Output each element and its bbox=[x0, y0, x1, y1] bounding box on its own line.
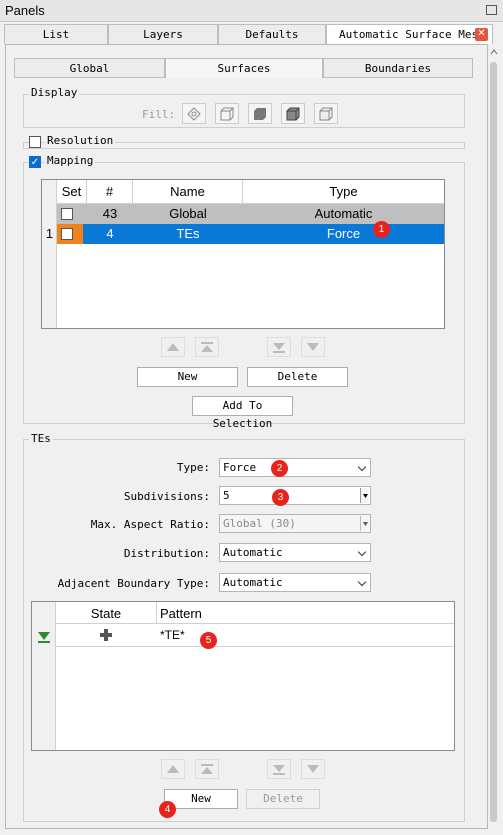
filter-icon[interactable] bbox=[37, 630, 51, 647]
aspect-ratio-stepper[interactable]: Global (30) bbox=[219, 514, 371, 533]
distribution-label: Distribution: bbox=[123, 547, 210, 560]
tab-list-label: List bbox=[42, 28, 70, 41]
tab-defaults[interactable]: Defaults bbox=[218, 24, 326, 44]
subtab-boundaries-label: Boundaries bbox=[364, 62, 432, 75]
distribution-value: Automatic bbox=[223, 546, 283, 559]
type-select[interactable]: Force bbox=[219, 458, 371, 477]
move-bottom-icon[interactable] bbox=[267, 759, 291, 779]
subtab-boundaries[interactable]: Boundaries bbox=[323, 58, 473, 78]
state-include-icon[interactable] bbox=[100, 629, 112, 644]
move-down-icon[interactable] bbox=[301, 759, 325, 779]
move-bottom-icon[interactable] bbox=[267, 337, 291, 357]
tes-label: TEs bbox=[29, 432, 53, 445]
adjacent-boundary-value: Automatic bbox=[223, 576, 283, 589]
window-title: Panels bbox=[5, 3, 45, 18]
pattern-table: State Pattern *TE* bbox=[31, 601, 455, 751]
adjacent-boundary-label: Adjacent Boundary Type: bbox=[57, 577, 210, 590]
col-state[interactable]: State bbox=[56, 602, 157, 624]
annotation-badge: 3 bbox=[272, 489, 289, 506]
chevron-down-icon bbox=[357, 577, 367, 587]
fill-shaded-icon[interactable] bbox=[248, 103, 272, 124]
row-number: 4 bbox=[106, 226, 114, 241]
row-type: Force bbox=[326, 226, 361, 241]
tab-layers-label: Layers bbox=[143, 28, 183, 41]
row-set-checkbox[interactable] bbox=[61, 228, 73, 240]
fill-shaded-edges-icon[interactable] bbox=[281, 103, 305, 124]
fill-label: Fill: bbox=[142, 108, 176, 121]
display-group bbox=[23, 94, 465, 128]
row-name: TEs bbox=[176, 226, 200, 241]
add-to-selection-button[interactable]: Add To Selection bbox=[192, 396, 293, 430]
col-type[interactable]: Type bbox=[243, 180, 444, 204]
close-tab-icon[interactable]: ✕ bbox=[475, 28, 488, 41]
type-value: Force bbox=[223, 461, 257, 474]
row-set-checkbox[interactable] bbox=[61, 208, 73, 220]
aspect-ratio-label: Max. Aspect Ratio: bbox=[90, 518, 210, 531]
pattern-value[interactable]: *TE* bbox=[160, 628, 185, 642]
stepper-arrow-icon[interactable] bbox=[360, 516, 369, 531]
tab-layers[interactable]: Layers bbox=[108, 24, 218, 44]
row-number: 43 bbox=[102, 206, 118, 221]
annotation-badge: 4 bbox=[159, 801, 176, 818]
subtab-global[interactable]: Global bbox=[14, 58, 165, 78]
annotation-badge: 2 bbox=[271, 460, 288, 477]
col-set[interactable]: Set bbox=[57, 180, 87, 204]
resolution-label: Resolution bbox=[45, 134, 116, 147]
display-label: Display bbox=[29, 86, 80, 99]
row-type: Automatic bbox=[314, 206, 373, 221]
scrollbar-thumb[interactable] bbox=[490, 62, 497, 822]
subdivisions-stepper[interactable]: 5 bbox=[219, 486, 371, 505]
mapping-checkbox[interactable]: ✓ bbox=[29, 156, 41, 168]
move-down-icon[interactable] bbox=[301, 337, 325, 357]
move-top-icon[interactable] bbox=[195, 337, 219, 357]
scroll-up-icon bbox=[490, 49, 498, 55]
chevron-down-icon bbox=[357, 462, 367, 472]
subdivisions-label: Subdivisions: bbox=[123, 490, 210, 503]
mapping-new-button[interactable]: New bbox=[137, 367, 238, 387]
dock-float-icon[interactable] bbox=[486, 5, 497, 15]
row-header-column bbox=[42, 180, 57, 328]
col-pattern[interactable]: Pattern bbox=[157, 602, 454, 624]
row-name: Global bbox=[169, 206, 207, 221]
move-top-icon[interactable] bbox=[195, 759, 219, 779]
mapping-label: Mapping bbox=[45, 154, 96, 167]
tab-list[interactable]: List bbox=[4, 24, 108, 44]
chevron-down-icon bbox=[357, 547, 367, 557]
row-index: 1 bbox=[45, 226, 54, 241]
fill-wireframe-icon[interactable] bbox=[182, 103, 206, 124]
panels-titlebar: Panels bbox=[0, 0, 503, 22]
tab-defaults-label: Defaults bbox=[245, 28, 299, 41]
adjacent-boundary-select[interactable]: Automatic bbox=[219, 573, 371, 592]
mapping-table: Set # Name Type 43 Global Automatic 1 4 … bbox=[41, 179, 445, 329]
vertical-scrollbar[interactable] bbox=[489, 44, 499, 829]
stepper-arrow-icon[interactable] bbox=[360, 488, 369, 503]
tab-automatic-surface-mesh[interactable]: Automatic Surface Mesh ✕ bbox=[326, 24, 493, 44]
move-up-icon[interactable] bbox=[161, 759, 185, 779]
resolution-checkbox[interactable] bbox=[29, 136, 41, 148]
subtab-surfaces[interactable]: Surfaces bbox=[165, 58, 323, 78]
col-name[interactable]: Name bbox=[133, 180, 243, 204]
distribution-select[interactable]: Automatic bbox=[219, 543, 371, 562]
move-up-icon[interactable] bbox=[161, 337, 185, 357]
col-number[interactable]: # bbox=[87, 180, 133, 204]
row-header-column bbox=[32, 602, 56, 750]
type-label: Type: bbox=[176, 461, 210, 474]
pattern-delete-button[interactable]: Delete bbox=[246, 789, 320, 809]
subdivisions-value: 5 bbox=[223, 489, 230, 502]
annotation-badge: 1 bbox=[373, 221, 390, 238]
subtab-global-label: Global bbox=[69, 62, 110, 75]
annotation-badge: 5 bbox=[200, 632, 217, 649]
tab-automatic-surface-mesh-label: Automatic Surface Mesh bbox=[339, 28, 485, 41]
subtab-surfaces-label: Surfaces bbox=[217, 62, 271, 75]
fill-transparent-icon[interactable] bbox=[314, 103, 338, 124]
mapping-delete-button[interactable]: Delete bbox=[247, 367, 348, 387]
row-divider bbox=[56, 646, 454, 647]
fill-hidden-line-icon[interactable] bbox=[215, 103, 239, 124]
aspect-ratio-value: Global (30) bbox=[223, 517, 296, 530]
